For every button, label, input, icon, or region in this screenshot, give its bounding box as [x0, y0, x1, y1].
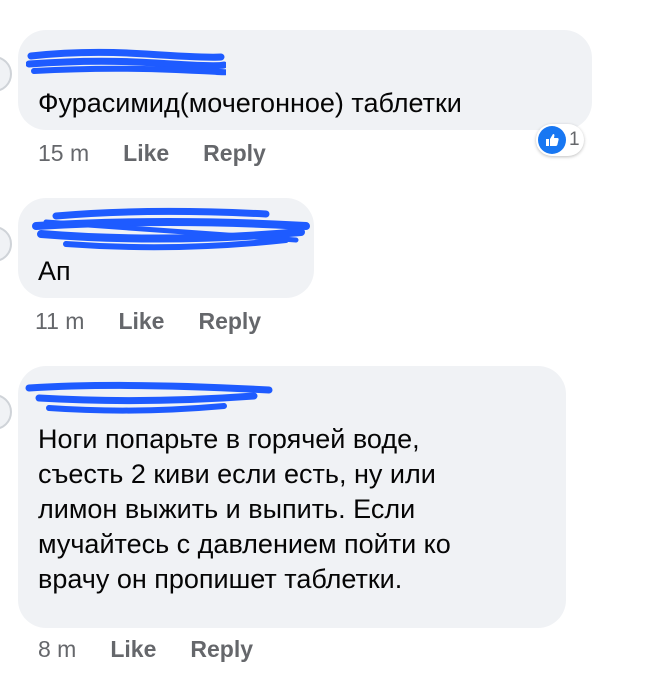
- reply-button[interactable]: Reply: [198, 308, 261, 335]
- like-button[interactable]: Like: [123, 140, 169, 167]
- comment-bubble: Ап: [18, 198, 314, 298]
- reaction-summary[interactable]: 1: [536, 124, 584, 156]
- comment-timestamp[interactable]: 8 m: [38, 636, 76, 663]
- redacted-author-name: [26, 48, 226, 76]
- comment-text: Ап: [38, 256, 71, 286]
- comment-text: Фурасимид(мочегонное) таблетки: [38, 88, 462, 118]
- comment-timestamp[interactable]: 15 m: [38, 140, 89, 167]
- comments-thread: Фурасимид(мочегонное) таблетки 15 m Like…: [0, 0, 647, 681]
- reply-button[interactable]: Reply: [203, 140, 266, 167]
- comment-bubble: Фурасимид(мочегонное) таблетки: [18, 30, 592, 130]
- comment-timestamp[interactable]: 11 m: [35, 308, 84, 335]
- like-button[interactable]: Like: [118, 308, 164, 335]
- commenter-avatar[interactable]: [0, 56, 12, 92]
- comment-meta: 11 m Like Reply: [35, 308, 295, 335]
- like-button[interactable]: Like: [110, 636, 156, 663]
- redacted-author-name: [25, 381, 273, 414]
- comment-meta: 8 m Like Reply: [38, 636, 287, 663]
- commenter-avatar[interactable]: [0, 226, 12, 262]
- reply-button[interactable]: Reply: [190, 636, 253, 663]
- commenter-avatar[interactable]: [0, 394, 12, 430]
- redacted-author-name: [32, 207, 310, 251]
- thumbs-up-icon: [538, 126, 566, 154]
- comment-bubble: Ноги попарьте в горячей воде, съесть 2 к…: [18, 366, 566, 628]
- comment-meta: 15 m Like Reply: [38, 140, 300, 167]
- comment-text: Ноги попарьте в горячей воде, съесть 2 к…: [38, 424, 451, 594]
- reaction-count: 1: [569, 129, 580, 150]
